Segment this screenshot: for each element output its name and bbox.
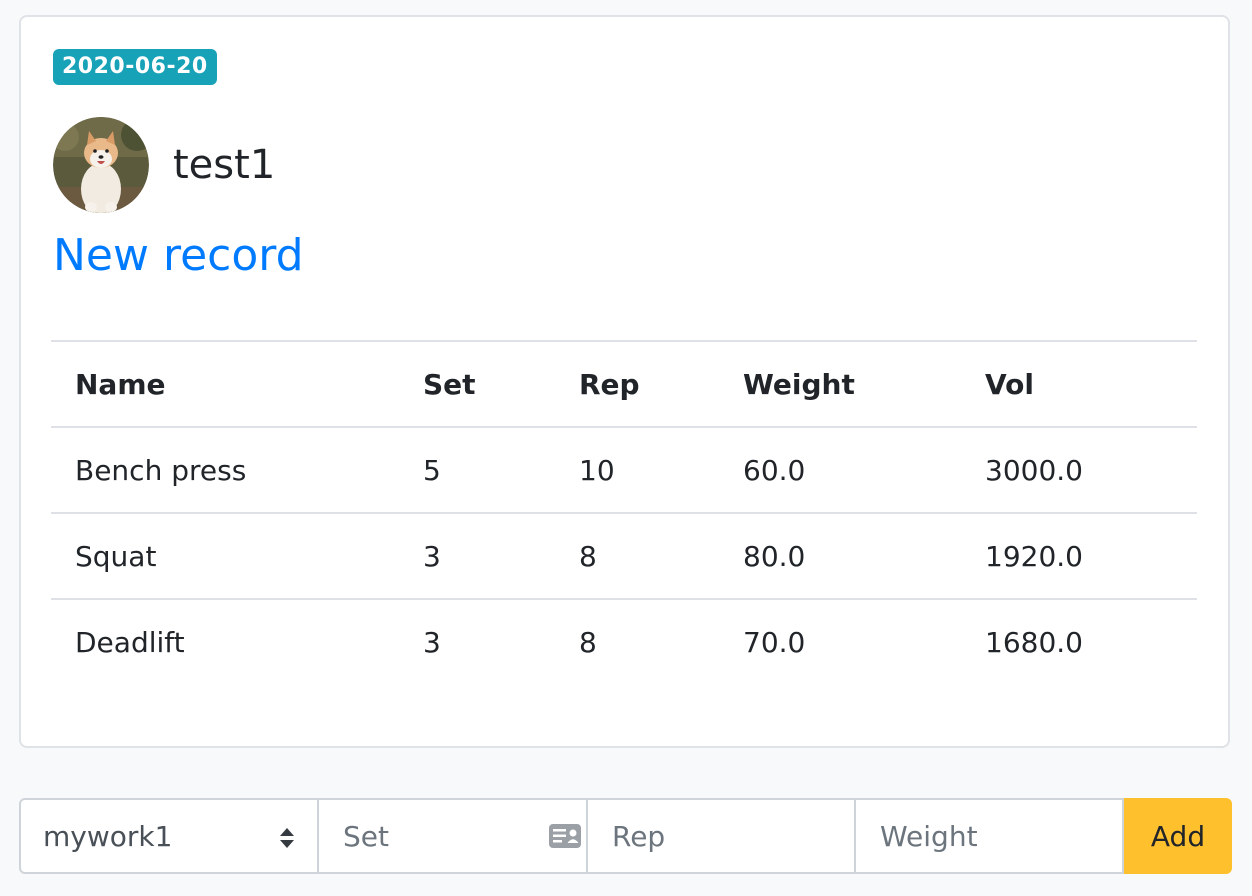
rep-input[interactable] [612, 819, 854, 853]
avatar [53, 117, 149, 213]
cell-name: Deadlift [51, 598, 399, 684]
add-exercise-form: mywork1 Add [19, 798, 1232, 874]
header-rep: Rep [555, 340, 719, 428]
table-header-row: Name Set Rep Weight Vol [51, 340, 1197, 428]
cell-weight: 60.0 [719, 426, 961, 513]
set-field [319, 798, 588, 874]
cell-set: 3 [399, 512, 555, 599]
username: test1 [173, 142, 276, 188]
header-weight: Weight [719, 340, 961, 428]
cell-rep: 8 [555, 512, 719, 599]
header-set: Set [399, 340, 555, 428]
date-badge: 2020-06-20 [53, 49, 217, 85]
workout-table: Name Set Rep Weight Vol Bench press 5 10… [51, 340, 1197, 684]
user-row: test1 [53, 117, 275, 213]
header-name: Name [51, 340, 399, 428]
cell-rep: 8 [555, 598, 719, 684]
add-button[interactable]: Add [1124, 798, 1232, 874]
header-vol: Vol [961, 340, 1197, 428]
cell-vol: 3000.0 [961, 426, 1197, 513]
table-row: Squat 3 8 80.0 1920.0 [51, 512, 1197, 599]
table-row: Deadlift 3 8 70.0 1680.0 [51, 598, 1197, 684]
cell-set: 5 [399, 426, 555, 513]
contact-card-icon [549, 824, 581, 848]
weight-field [856, 798, 1124, 874]
cell-name: Squat [51, 512, 399, 599]
cell-rep: 10 [555, 426, 719, 513]
cell-weight: 70.0 [719, 598, 961, 684]
cell-vol: 1920.0 [961, 512, 1197, 599]
cell-vol: 1680.0 [961, 598, 1197, 684]
cell-weight: 80.0 [719, 512, 961, 599]
sort-arrows-icon [280, 828, 294, 848]
rep-field [588, 798, 856, 874]
new-record-link[interactable]: New record [53, 230, 304, 281]
weight-input[interactable] [880, 819, 1122, 853]
cell-set: 3 [399, 598, 555, 684]
cell-name: Bench press [51, 426, 399, 513]
table-row: Bench press 5 10 60.0 3000.0 [51, 426, 1197, 513]
workout-select-value: mywork1 [43, 819, 173, 853]
workout-select[interactable]: mywork1 [19, 798, 319, 874]
